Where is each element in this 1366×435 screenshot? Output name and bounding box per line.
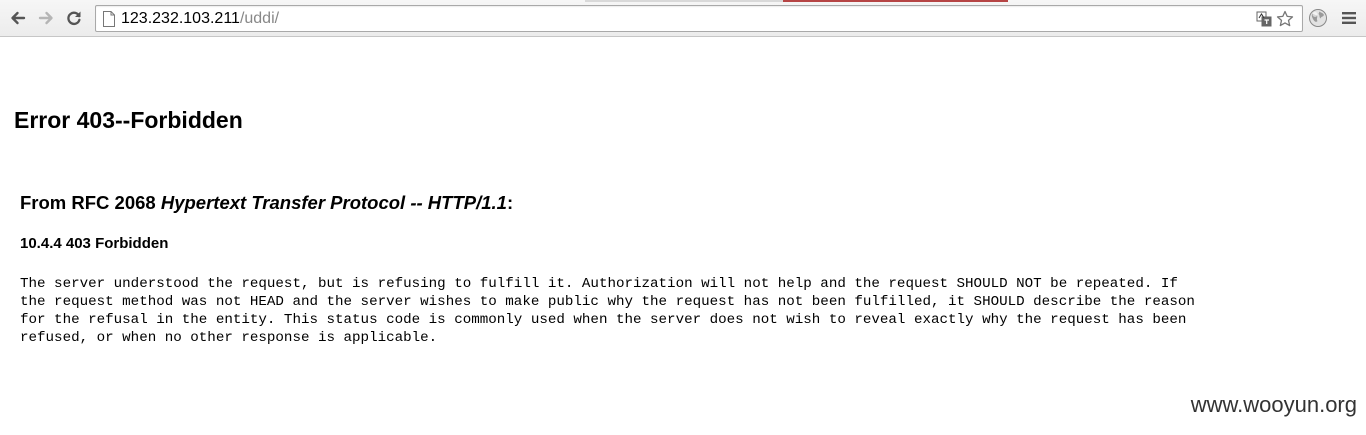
chrome-menu-button[interactable] bbox=[1339, 8, 1359, 28]
url-text[interactable]: 123.232.103.211/uddi/ bbox=[121, 9, 279, 29]
star-icon bbox=[1276, 10, 1294, 27]
back-arrow-icon bbox=[11, 11, 26, 25]
translate-icon bbox=[1256, 11, 1272, 27]
description-line: the request method was not HEAD and the … bbox=[20, 294, 1195, 310]
bookmark-star-button[interactable] bbox=[1276, 10, 1294, 28]
error-description: The server understood the request, but i… bbox=[20, 275, 1356, 347]
rfc-suffix: : bbox=[506, 192, 514, 213]
rfc-prefix: From RFC 2068 bbox=[20, 192, 161, 213]
reload-icon bbox=[67, 11, 81, 26]
forward-button[interactable] bbox=[36, 8, 56, 28]
rfc-protocol-title: Hypertext Transfer Protocol -- HTTP/1.1 bbox=[160, 192, 507, 213]
rfc-title: From RFC 2068 Hypertext Transfer Protoco… bbox=[20, 192, 513, 214]
url-host: 123.232.103.211 bbox=[121, 10, 240, 27]
description-line: The server understood the request, but i… bbox=[20, 276, 1178, 292]
back-button[interactable] bbox=[8, 8, 28, 28]
section-title: 10.4.4 403 Forbidden bbox=[20, 235, 169, 252]
reload-button[interactable] bbox=[64, 8, 84, 28]
forward-arrow-icon bbox=[38, 11, 53, 25]
hamburger-menu-icon bbox=[1342, 12, 1356, 24]
description-line: refused, or when no other response is ap… bbox=[20, 330, 438, 346]
page-heading: Error 403--Forbidden bbox=[14, 107, 243, 133]
address-bar[interactable]: 123.232.103.211/uddi/ bbox=[95, 5, 1303, 32]
page-icon bbox=[103, 11, 115, 27]
translate-button[interactable] bbox=[1255, 10, 1273, 28]
globe-icon bbox=[1309, 9, 1327, 27]
tab-strip-accent bbox=[783, 0, 1008, 2]
url-path: /uddi/ bbox=[239, 10, 280, 27]
extension-button[interactable] bbox=[1308, 8, 1328, 28]
browser-toolbar: 123.232.103.211/uddi/ bbox=[0, 0, 1366, 37]
description-line: for the refusal in the entity. This stat… bbox=[20, 312, 1187, 328]
watermark: www.wooyun.org bbox=[1190, 392, 1357, 417]
tab-strip-edge bbox=[585, 0, 783, 2]
